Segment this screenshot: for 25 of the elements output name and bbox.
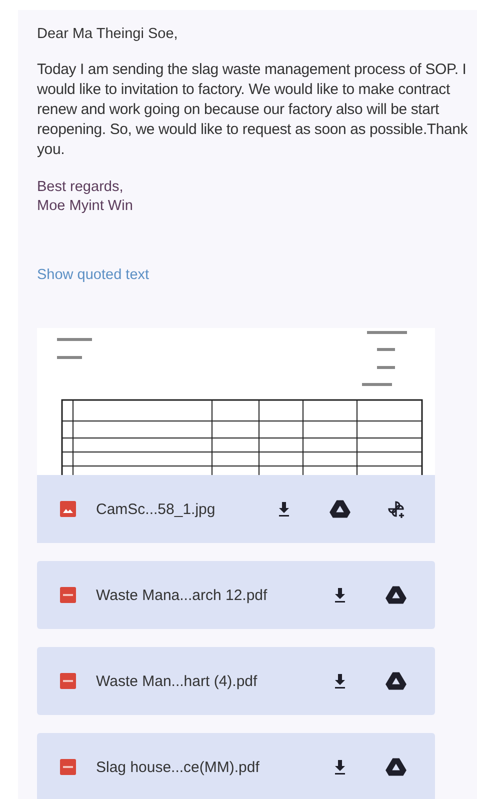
triangle-icon xyxy=(329,499,351,519)
file-name: Waste Mana...arch 12.pdf xyxy=(96,586,268,604)
attachment-card[interactable]: Slag house...ce(MM).pdf xyxy=(37,733,435,799)
download-icon xyxy=(332,673,348,689)
attachment-card[interactable]: CamSc...58_1.jpg xyxy=(37,475,435,543)
pdf-file-icon xyxy=(60,587,76,603)
triangle-icon xyxy=(385,757,407,777)
download-icon xyxy=(332,759,348,775)
pdf-file-icon xyxy=(60,759,76,775)
triangle-icon xyxy=(385,671,407,691)
image-file-icon xyxy=(60,501,76,517)
file-name: Slag house...ce(MM).pdf xyxy=(96,758,260,776)
attachment-card[interactable]: Waste Mana...arch 12.pdf xyxy=(37,561,435,629)
greeting-text: Dear Ma Theingi Soe, xyxy=(37,25,179,44)
pdf-file-icon xyxy=(60,673,76,689)
pinwheel-plus-icon xyxy=(385,499,407,519)
message-body: Today I am sending the slag waste management process of SOP. I would like to invitation to factory. We would like to make contract renew and work going on because our factory also will be start reopening. So, we would like to request as soon as possible.Thank you. xyxy=(37,60,469,160)
triangle-icon xyxy=(385,585,407,605)
file-name: Waste Man...hart (4).pdf xyxy=(96,672,258,690)
download-icon xyxy=(276,501,292,517)
download-icon xyxy=(332,587,348,603)
attachment-card[interactable]: Waste Man...hart (4).pdf xyxy=(37,647,435,715)
signature-text: Best regards, xyxy=(37,178,124,197)
signature-text: Moe Myint Win xyxy=(37,197,134,216)
file-name: CamSc...58_1.jpg xyxy=(96,500,216,518)
